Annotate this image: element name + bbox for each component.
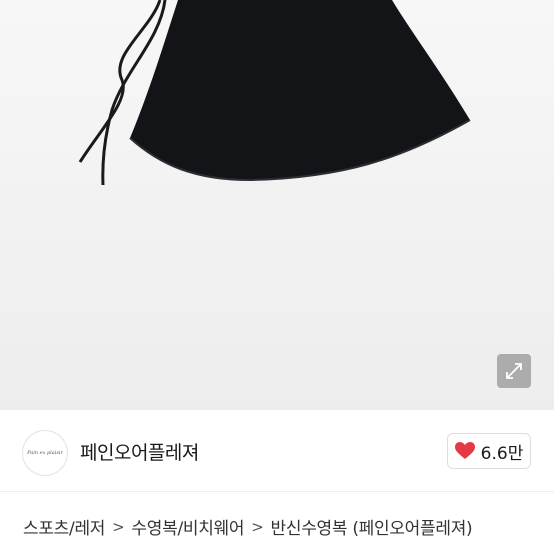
expand-arrows-icon (506, 363, 522, 379)
product-image[interactable] (0, 0, 554, 410)
shop-avatar[interactable]: Pain ex plaisir (22, 430, 68, 476)
like-button[interactable]: 6.6만 (447, 433, 531, 469)
breadcrumb-item[interactable]: 스포츠/레저 (23, 514, 105, 539)
chevron-right-icon: > (251, 517, 264, 536)
product-photo (78, 0, 471, 186)
expand-image-button[interactable] (497, 354, 531, 388)
chevron-right-icon: > (112, 517, 125, 536)
like-count: 6.6만 (480, 443, 524, 464)
heart-icon (454, 442, 475, 459)
shop-name[interactable]: 페인오어플레져 (80, 438, 199, 465)
breadcrumb-item[interactable]: 수영복/비치웨어 (131, 514, 244, 539)
shop-logo-text: Pain ex plaisir (27, 450, 63, 456)
breadcrumb-item[interactable]: 반신수영복 (페인오어플레져) (271, 514, 473, 539)
breadcrumb: 스포츠/레저 > 수영복/비치웨어 > 반신수영복 (페인오어플레져) (23, 514, 473, 540)
